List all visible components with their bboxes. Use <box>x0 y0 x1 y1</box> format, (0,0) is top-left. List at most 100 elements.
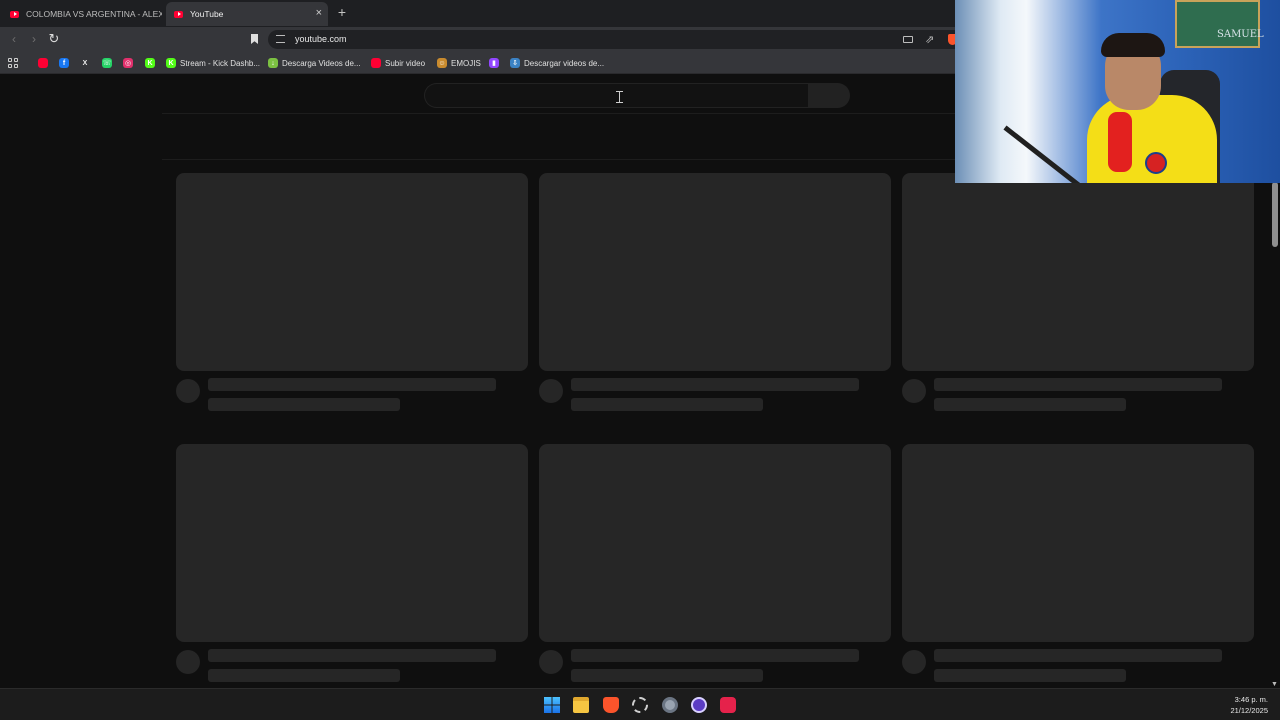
mic-arm <box>1003 125 1086 183</box>
video-card-placeholder[interactable] <box>902 444 1254 684</box>
video-title-placeholder <box>208 378 496 391</box>
bookmark-emoji-9[interactable]: ☺ EMOJIS <box>437 56 481 70</box>
download-icon: ↓ <box>268 58 278 68</box>
youtube-icon <box>10 10 19 18</box>
tab-colombia-vs-argentina[interactable]: COLOMBIA VS ARGENTINA - ALEXD <box>2 2 162 26</box>
windows-taskbar: 3:46 p. m. 21/12/2025 <box>0 688 1280 720</box>
close-tab-icon[interactable]: × <box>316 7 322 19</box>
video-thumbnail-placeholder <box>539 173 891 371</box>
video-title-placeholder <box>571 649 859 662</box>
video-title-placeholder <box>571 378 859 391</box>
video-card-placeholder[interactable] <box>902 173 1254 413</box>
youtube-icon <box>38 58 48 68</box>
bookmark-twitch-10[interactable]: ▮ <box>489 56 503 70</box>
search-button[interactable] <box>808 83 850 108</box>
webcam-overlay: SAMUEL <box>955 0 1280 183</box>
emoji-icon: ☺ <box>437 58 447 68</box>
bookmark-instagram-4[interactable]: ◎ <box>123 56 137 70</box>
apps-grid-icon[interactable] <box>8 58 18 68</box>
bookmark-youtube-8[interactable]: Subir video <box>371 56 425 70</box>
channel-avatar-placeholder <box>176 650 200 674</box>
scrollbar-thumb[interactable] <box>1272 182 1278 247</box>
bookmark-kick-6[interactable]: K Stream - Kick Dashb... <box>166 56 260 70</box>
x-icon: X <box>82 59 88 67</box>
wall-poster-text: SAMUEL <box>1217 29 1264 40</box>
page-scrollbar[interactable]: ▼ <box>1270 182 1280 688</box>
video-meta-placeholder <box>571 398 763 411</box>
bookmark-facebook-1[interactable]: f <box>59 56 73 70</box>
download-box-icon: ⇩ <box>510 58 520 68</box>
address-text: youtube.com <box>295 34 347 44</box>
microphone-icon <box>1108 112 1132 172</box>
channel-avatar-placeholder <box>539 650 563 674</box>
video-meta-placeholder <box>208 669 400 682</box>
file-explorer-icon[interactable] <box>573 697 589 713</box>
badge-icon <box>1145 152 1167 174</box>
obs-icon[interactable] <box>691 697 707 713</box>
hair <box>1101 33 1165 57</box>
search-input[interactable] <box>424 83 808 108</box>
kick-icon: K <box>166 58 176 68</box>
video-meta-placeholder <box>934 669 1126 682</box>
address-bar[interactable]: youtube.com <box>268 30 968 49</box>
video-card-placeholder[interactable] <box>539 444 891 684</box>
tab-label: YouTube <box>190 9 224 19</box>
bookmark-x-2[interactable]: X <box>80 56 94 70</box>
bookmark-download-7[interactable]: ↓ Descarga Videos de... <box>268 56 361 70</box>
clock-time[interactable]: 3:46 p. m. <box>1235 695 1268 704</box>
clock-date[interactable]: 21/12/2025 <box>1230 706 1268 715</box>
channel-avatar-placeholder <box>902 379 926 403</box>
video-title-placeholder <box>934 649 1222 662</box>
video-thumbnail-placeholder <box>176 173 528 371</box>
scroll-down-icon[interactable]: ▼ <box>1271 681 1278 688</box>
bookmark-icon[interactable] <box>251 34 258 44</box>
brave-icon[interactable] <box>603 697 619 713</box>
bookmark-label: EMOJIS <box>451 58 481 68</box>
video-card-placeholder[interactable] <box>176 173 528 413</box>
video-meta-placeholder <box>208 398 400 411</box>
bookmark-whatsapp-3[interactable]: ☏ <box>102 56 116 70</box>
text-cursor-icon <box>616 91 626 103</box>
video-card-placeholder[interactable] <box>539 173 891 413</box>
channel-avatar-placeholder <box>539 379 563 403</box>
tab-youtube[interactable]: YouTube × <box>166 2 328 26</box>
video-thumbnail-placeholder <box>176 444 528 642</box>
channel-avatar-placeholder <box>902 650 926 674</box>
tiktok-icon[interactable] <box>720 697 736 713</box>
twitch-icon: ▮ <box>489 58 499 68</box>
reload-button[interactable]: ↻ <box>47 31 61 47</box>
video-title-placeholder <box>934 378 1222 391</box>
cast-icon[interactable] <box>903 36 913 43</box>
settings-icon[interactable] <box>662 697 678 713</box>
site-info-icon[interactable] <box>276 35 285 43</box>
share-icon[interactable]: ⇗ <box>925 33 934 46</box>
channel-avatar-placeholder <box>176 379 200 403</box>
video-thumbnail-placeholder <box>902 173 1254 371</box>
forward-button[interactable]: › <box>27 32 41 46</box>
instagram-icon: ◎ <box>123 58 133 68</box>
video-meta-placeholder <box>934 398 1126 411</box>
facebook-icon: f <box>59 58 69 68</box>
whatsapp-icon: ☏ <box>102 58 112 68</box>
bookmark-kick-5[interactable]: K <box>145 56 159 70</box>
bookmark-label: Descargar videos de... <box>524 58 605 68</box>
youtube-icon <box>174 10 183 18</box>
video-title-placeholder <box>208 649 496 662</box>
video-card-placeholder[interactable] <box>176 444 528 684</box>
bookmark-label: Subir video <box>385 58 426 68</box>
app-icon[interactable] <box>632 697 648 713</box>
back-button[interactable]: ‹ <box>7 32 21 46</box>
bookmark-label: Stream - Kick Dashb... <box>180 58 261 68</box>
wall-poster <box>1175 0 1260 48</box>
new-tab-button[interactable]: + <box>334 4 350 20</box>
kick-icon: K <box>145 58 155 68</box>
windows-start-icon[interactable] <box>544 697 560 713</box>
video-thumbnail-placeholder <box>539 444 891 642</box>
bookmark-label: Descarga Videos de... <box>282 58 361 68</box>
tab-label: COLOMBIA VS ARGENTINA - ALEXD <box>26 9 162 19</box>
youtube-icon <box>371 58 381 68</box>
video-meta-placeholder <box>571 669 763 682</box>
video-thumbnail-placeholder <box>902 444 1254 642</box>
bookmark-youtube-0[interactable] <box>38 56 52 70</box>
bookmark-download-box-11[interactable]: ⇩ Descargar videos de... <box>510 56 604 70</box>
